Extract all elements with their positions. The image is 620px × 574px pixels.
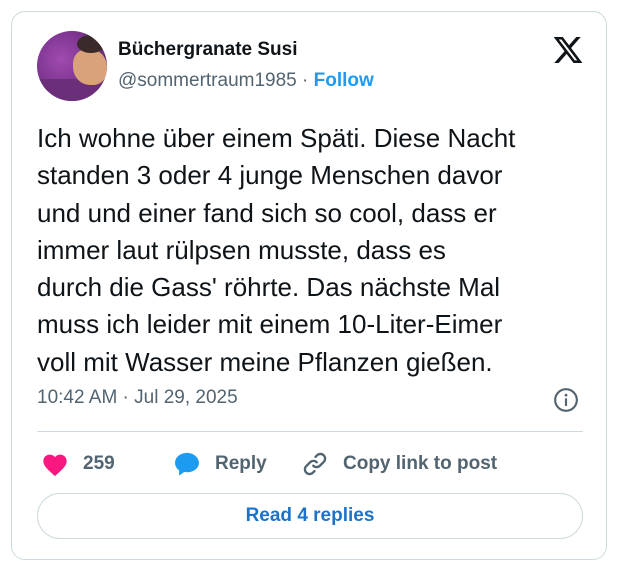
read-replies-button[interactable]: Read 4 replies xyxy=(37,493,583,539)
copy-link-label: Copy link to post xyxy=(343,453,498,474)
tweet-line: und und einer fand sich so cool, dass er xyxy=(37,197,497,228)
tweet-text: Ich wohne über einem Späti. Diese Nacht … xyxy=(37,120,597,381)
like-button[interactable]: 259 xyxy=(41,448,115,480)
x-logo-icon[interactable] xyxy=(552,34,584,66)
author-handle-row: @sommertraum1985 · Follow xyxy=(118,70,374,92)
info-icon[interactable] xyxy=(553,387,579,413)
avatar[interactable] xyxy=(37,31,107,101)
read-replies-label: Read 4 replies xyxy=(245,505,375,526)
follow-button[interactable]: Follow xyxy=(314,70,374,91)
action-bar: 259 Reply Copy link to post xyxy=(37,448,583,480)
reply-button[interactable]: Reply xyxy=(173,448,267,480)
tweet-line: immer laut rülpsen musste, dass es xyxy=(37,234,446,265)
tweet-line: durch die Gass' röhrte. Das nächste Mal xyxy=(37,272,501,303)
speech-bubble-icon xyxy=(175,452,199,476)
tweet-card: Büchergranate Susi @sommertraum1985 · Fo… xyxy=(11,11,607,560)
author-name[interactable]: Büchergranate Susi xyxy=(118,39,298,61)
link-icon xyxy=(303,452,327,476)
tweet-line: muss ich leider mit einem 10-Liter-Eimer xyxy=(37,309,503,340)
tweet-line: Ich wohne über einem Späti. Diese Nacht xyxy=(37,123,516,153)
tweet-line: standen 3 oder 4 junge Menschen davor xyxy=(37,160,503,191)
tweet-line: voll mit Wasser meine Pflanzen gießen. xyxy=(37,346,493,377)
reply-label: Reply xyxy=(215,453,267,474)
like-count: 259 xyxy=(83,453,115,474)
divider xyxy=(37,431,583,432)
copy-link-button[interactable]: Copy link to post xyxy=(301,448,497,480)
handle-separator: · xyxy=(302,70,309,91)
tweet-timestamp[interactable]: 10:42 AM · Jul 29, 2025 xyxy=(37,387,238,409)
author-handle[interactable]: @sommertraum1985 xyxy=(118,70,297,91)
heart-icon xyxy=(43,454,67,477)
